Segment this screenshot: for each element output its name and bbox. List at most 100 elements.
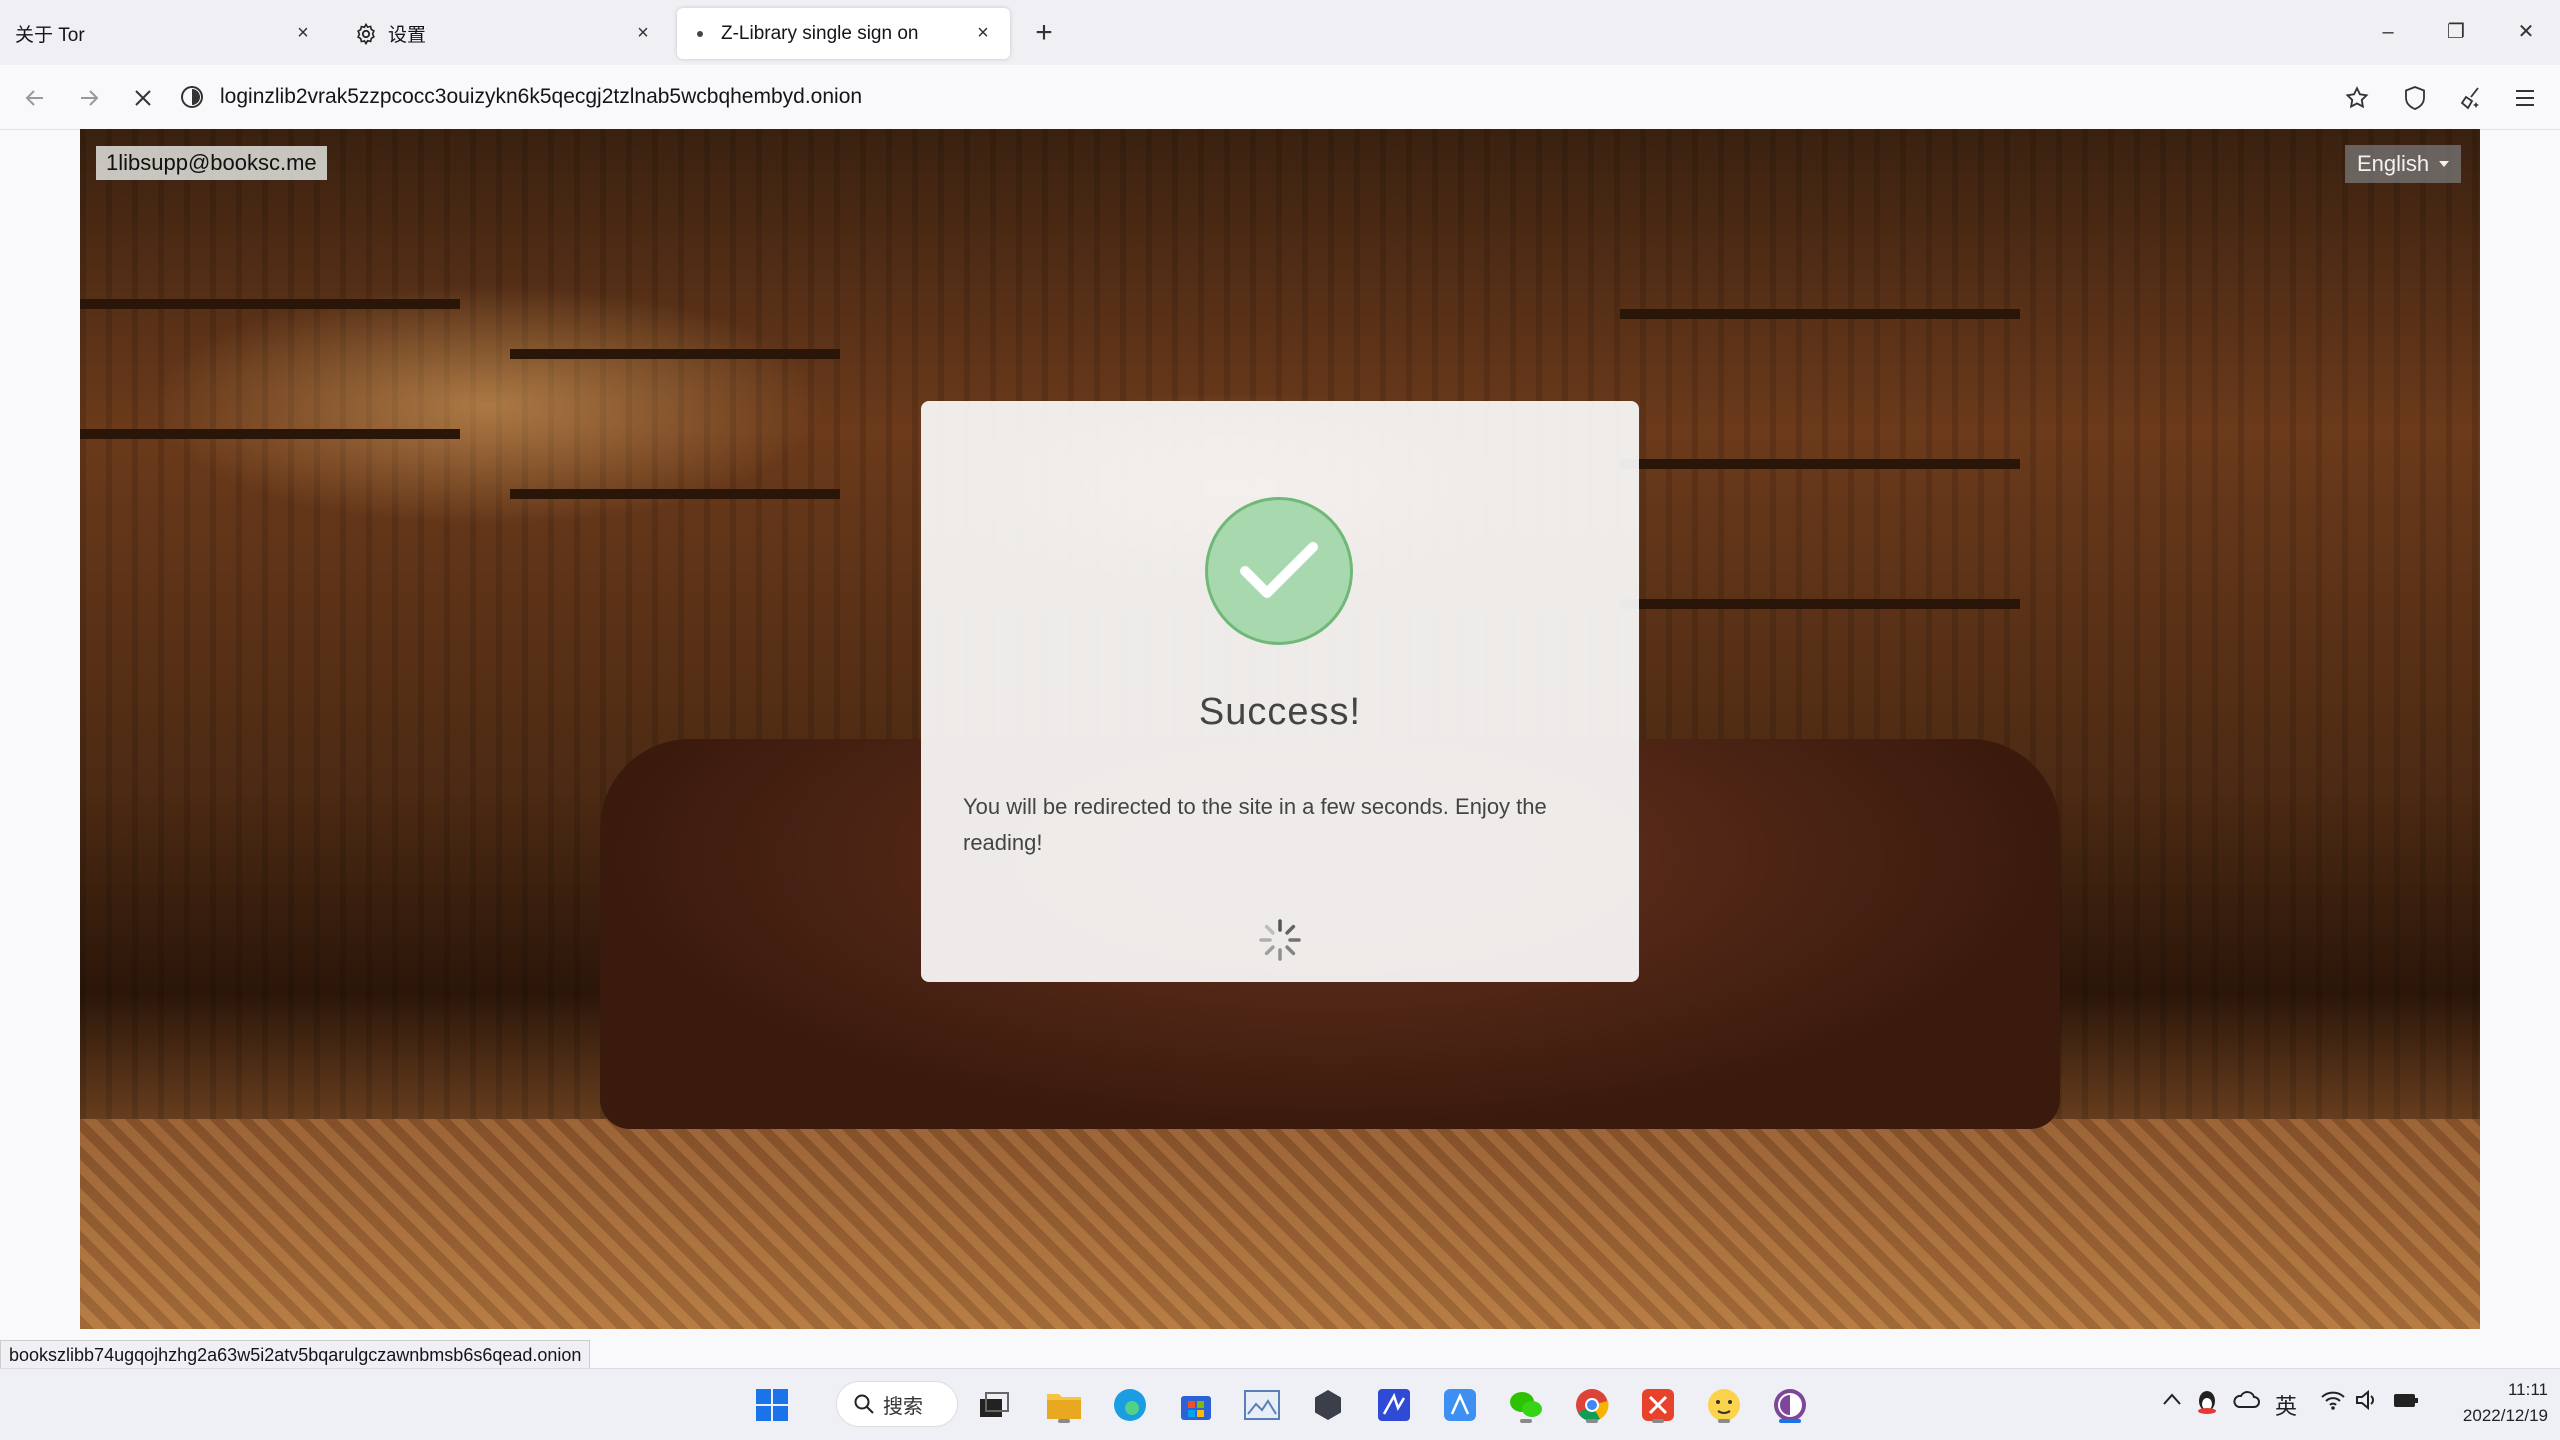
navigation-toolbar: loginzlib2vrak5zzpcocc3ouizykn6k5qecgj2t…	[0, 65, 2560, 130]
running-indicator	[1520, 1419, 1532, 1423]
ime-indicator[interactable]: 英	[2275, 1389, 2297, 1421]
windows-taskbar: 搜索 英 11:11 2022/12/19	[0, 1368, 2560, 1440]
pen-app-icon	[1378, 1389, 1410, 1421]
task-view-button[interactable]	[972, 1383, 1016, 1427]
hamburger-menu-icon	[2516, 90, 2534, 106]
tab-zlibrary-sso[interactable]: Z-Library single sign on ×	[677, 8, 1010, 59]
edge-browser-button[interactable]	[1108, 1383, 1152, 1427]
loading-dot-icon	[697, 30, 703, 37]
onion-site-icon	[181, 86, 203, 108]
gear-icon	[357, 22, 375, 45]
tab-close-icon[interactable]: ×	[970, 20, 996, 46]
tab-about-tor[interactable]: 关于 Tor ×	[0, 8, 330, 59]
penguin-icon	[2198, 1391, 2216, 1414]
support-email[interactable]: 1libsupp@booksc.me	[96, 146, 327, 180]
wifi-icon	[2321, 1391, 2345, 1410]
bookmark-button[interactable]	[2338, 79, 2376, 117]
hexagon-app-icon	[1315, 1390, 1341, 1420]
store-button[interactable]	[1174, 1383, 1218, 1427]
volume-tray-icon[interactable]	[2354, 1389, 2378, 1417]
url-text: loginzlib2vrak5zzpcocc3ouizykn6k5qecgj2t…	[220, 85, 863, 108]
caret-down-icon	[2439, 161, 2450, 167]
app-hexagon-button[interactable]	[1306, 1383, 1350, 1427]
screen: 关于 Tor × 设置 × Z-Library single sign on ×…	[0, 0, 2560, 1440]
new-tab-button[interactable]: +	[1026, 15, 1062, 51]
tab-close-icon[interactable]: ×	[290, 20, 316, 46]
loading-spinner-icon	[1259, 919, 1301, 961]
shelf-decoration	[1620, 309, 2020, 319]
shelf-decoration	[510, 349, 840, 359]
arrow-right-icon	[81, 90, 99, 106]
clock-time: 11:11	[2507, 1380, 2548, 1399]
language-label: English	[2357, 151, 2430, 176]
security-level-button[interactable]	[2396, 79, 2434, 117]
checkmark-icon	[1205, 497, 1353, 645]
shield-icon	[2405, 86, 2425, 110]
running-indicator	[1586, 1419, 1598, 1423]
photos-app-button[interactable]	[1240, 1383, 1284, 1427]
stop-icon	[135, 90, 151, 106]
tab-settings[interactable]: 设置 ×	[340, 8, 670, 59]
link-status-bar: bookszlibb74ugqojhzhg2a63w5i2atv5bqarulg…	[0, 1340, 591, 1370]
task-view-icon	[980, 1392, 1009, 1417]
shelf-decoration	[1620, 599, 2020, 609]
app-blue-button[interactable]	[1438, 1383, 1482, 1427]
wifi-tray-icon[interactable]	[2320, 1389, 2346, 1417]
running-indicator	[1058, 1419, 1070, 1423]
folder-icon	[1047, 1394, 1081, 1419]
app-pen-button[interactable]	[1372, 1383, 1416, 1427]
new-identity-button[interactable]	[2452, 79, 2490, 117]
start-button[interactable]	[750, 1383, 794, 1427]
arrow-left-icon	[25, 90, 43, 106]
tab-label: 关于 Tor	[15, 25, 85, 46]
app-emoji-button[interactable]	[1702, 1383, 1746, 1427]
running-indicator	[1652, 1419, 1664, 1423]
wechat-button[interactable]	[1504, 1383, 1548, 1427]
cloud-icon	[2233, 1391, 2260, 1408]
cloud-tray-icon[interactable]	[2232, 1389, 2260, 1415]
app-red-button[interactable]	[1636, 1383, 1680, 1427]
qq-tray-icon[interactable]	[2196, 1389, 2218, 1421]
clock-date: 2022/12/19	[2462, 1406, 2548, 1425]
red-app-icon	[1642, 1389, 1674, 1421]
emoji-face-icon	[1708, 1389, 1740, 1421]
tor-browser-button[interactable]	[1768, 1383, 1812, 1427]
running-indicator	[1718, 1419, 1730, 1423]
search-label: 搜索	[883, 1395, 923, 1418]
speaker-icon	[2356, 1389, 2374, 1411]
restore-button[interactable]: ❐	[2436, 14, 2476, 50]
tab-strip: 关于 Tor × 设置 × Z-Library single sign on ×…	[0, 0, 2560, 65]
shelf-decoration	[510, 489, 840, 499]
success-title: Success!	[1198, 691, 1362, 733]
battery-icon	[2394, 1394, 2418, 1407]
address-bar[interactable]: loginzlib2vrak5zzpcocc3ouizykn6k5qecgj2t…	[180, 77, 2330, 117]
close-window-button[interactable]: ✕	[2506, 14, 2546, 50]
back-button[interactable]	[16, 79, 54, 117]
tor-onion-icon	[1774, 1389, 1806, 1421]
star-icon	[2345, 86, 2369, 109]
chrome-button[interactable]	[1570, 1383, 1614, 1427]
stop-loading-button[interactable]	[124, 79, 162, 117]
show-hidden-icons-button[interactable]	[2162, 1389, 2182, 1412]
success-modal: Success! You will be redirected to the s…	[921, 401, 1639, 982]
tab-label: 设置	[388, 25, 427, 46]
redirect-message: You will be redirected to the site in a …	[963, 794, 1547, 855]
search-icon	[854, 1394, 874, 1414]
blue-app-icon	[1444, 1389, 1476, 1421]
shelf-decoration	[80, 429, 460, 439]
menu-button[interactable]	[2506, 79, 2544, 117]
taskbar-search[interactable]: 搜索	[836, 1381, 958, 1427]
minimize-button[interactable]: –	[2368, 14, 2408, 50]
battery-tray-icon[interactable]	[2392, 1389, 2420, 1417]
carpet-floor	[80, 1119, 2480, 1329]
system-clock[interactable]: 11:11 2022/12/19	[2438, 1377, 2548, 1429]
chevron-up-icon	[2163, 1393, 2181, 1405]
tab-close-icon[interactable]: ×	[630, 20, 656, 46]
shelf-decoration	[1620, 459, 2020, 469]
file-explorer-button[interactable]	[1042, 1383, 1086, 1427]
active-indicator	[1779, 1419, 1801, 1423]
store-icon	[1181, 1396, 1211, 1420]
language-select[interactable]: English	[2345, 145, 2462, 183]
tab-label: Z-Library single sign on	[721, 22, 919, 44]
forward-button[interactable]	[70, 79, 108, 117]
